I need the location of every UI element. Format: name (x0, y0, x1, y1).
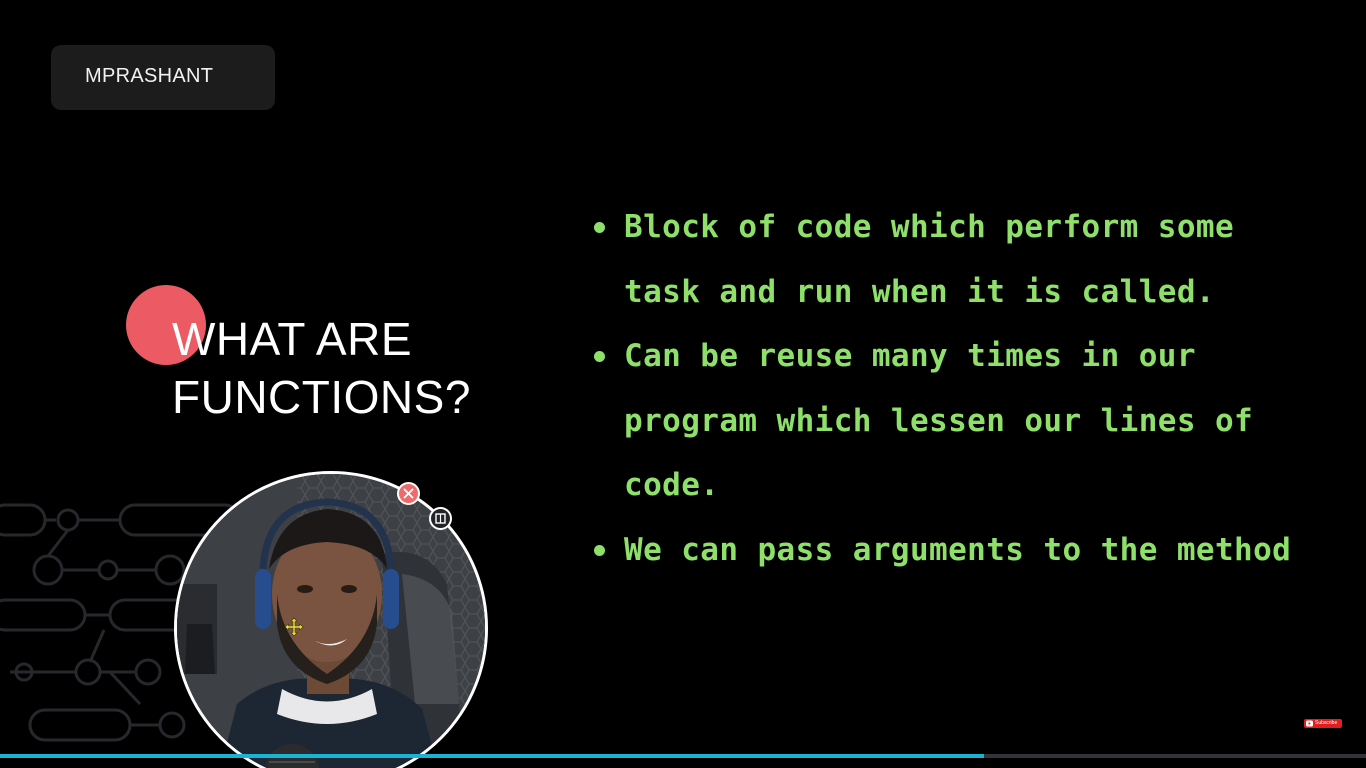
bullet-line: Block of code which perform some (624, 209, 1235, 245)
subscribe-button[interactable]: Subscribe (1304, 719, 1342, 728)
bullet-item: Can be reuse many times in our program w… (594, 324, 1334, 518)
bullet-line: program which lessen our lines of (624, 402, 1254, 439)
slide-title: WHAT ARE FUNCTIONS? (172, 310, 471, 426)
video-frame: MPRASHANT WHAT ARE FUNCTIONS? Block of c… (0, 0, 1366, 768)
channel-badge: MPRASHANT (51, 45, 275, 110)
bullet-line: task and run when it is called. (624, 273, 1215, 310)
subscribe-label: Subscribe (1315, 720, 1338, 726)
close-icon (403, 488, 414, 499)
video-progress-bar[interactable] (0, 754, 1366, 758)
slide-title-line-1: WHAT ARE (172, 313, 412, 365)
webcam-resize-button[interactable] (429, 507, 452, 530)
bullet-line: code. (624, 467, 720, 503)
move-icon[interactable] (284, 617, 304, 637)
webcam-close-button[interactable] (397, 482, 420, 505)
channel-name: MPRASHANT (85, 65, 214, 87)
bullet-item: We can pass arguments to the method (594, 518, 1334, 583)
youtube-play-icon (1306, 720, 1313, 727)
bullet-item: Block of code which perform some task an… (594, 195, 1334, 324)
slide-title-line-2: FUNCTIONS? (172, 371, 471, 423)
bullet-list: Block of code which perform some task an… (594, 195, 1334, 582)
bullet-line: Can be reuse many times in our (624, 338, 1196, 374)
bullet-dot (594, 351, 605, 362)
resize-icon (435, 513, 446, 524)
video-progress-fill (0, 754, 984, 758)
bullet-line: We can pass arguments to the method (624, 531, 1292, 568)
bullet-dot (594, 222, 605, 233)
bullet-dot (594, 544, 605, 556)
